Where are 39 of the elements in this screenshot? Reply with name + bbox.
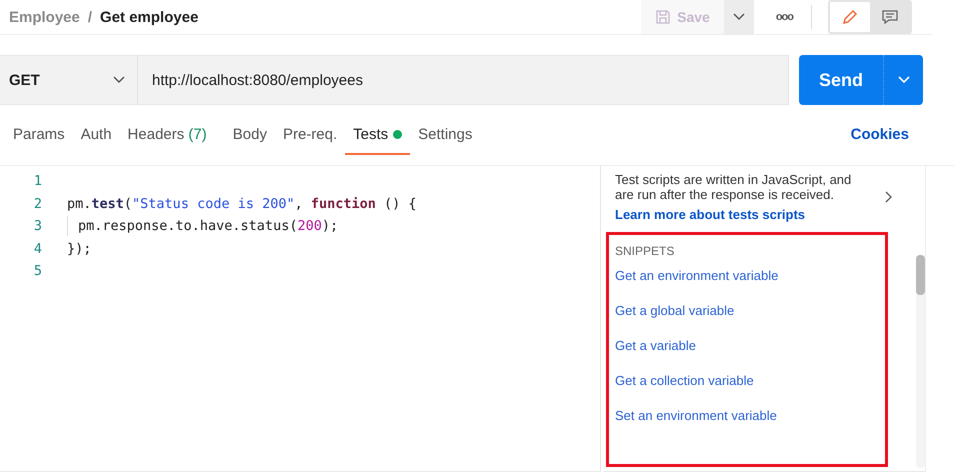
save-dropdown-button[interactable]	[724, 0, 754, 34]
request-tab[interactable]: Settings	[410, 126, 480, 155]
request-tab[interactable]: Params	[5, 126, 73, 155]
snippet-link[interactable]: Set an environment variable	[615, 408, 906, 443]
request-tab[interactable]: Headers (7)	[120, 126, 215, 155]
code-line: pm.response.to.have.status(200);	[67, 216, 338, 236]
snippet-link[interactable]: Get a variable	[615, 338, 906, 373]
cookies-link[interactable]: Cookies	[850, 126, 909, 155]
code-line: pm.test("Status code is 200", function () {	[67, 196, 417, 212]
url-field[interactable]: http://localhost:8080/employees	[138, 55, 789, 105]
request-title: Get employee	[100, 8, 198, 26]
request-tab[interactable]: Pre-req.	[274, 126, 346, 155]
snippet-link[interactable]: Get a collection variable	[615, 373, 906, 408]
line-number: 4	[32, 240, 43, 257]
request-tab[interactable]: Body	[224, 126, 275, 155]
chevron-down-icon	[732, 13, 745, 21]
speech-bubble-icon	[881, 8, 899, 26]
description-text: Test scripts are written in JavaScript, and are run after the response is received.	[615, 172, 852, 202]
line-number: 1	[32, 173, 43, 190]
line-number: 5	[32, 263, 43, 280]
snippets-heading: SNIPPETS	[615, 244, 676, 258]
code-editor[interactable]: 1 2 pm.test("Status code is 200", function () { 3 pm.response.to.have.status(200); 4 }); 5	[0, 166, 601, 472]
edit-mode-button[interactable]	[830, 2, 870, 32]
method-dropdown[interactable]: GET	[0, 55, 138, 105]
chevron-down-icon	[113, 76, 125, 84]
more-button[interactable]: ooo	[776, 11, 793, 23]
request-tab[interactable]: Tests	[345, 126, 410, 155]
chevron-down-icon	[898, 76, 910, 84]
line-number: 3	[32, 218, 43, 234]
chevron-right-icon	[885, 191, 893, 203]
breadcrumb-separator: /	[88, 8, 92, 26]
snippet-link[interactable]: Get a global variable	[615, 303, 906, 338]
line-number: 2	[32, 196, 43, 212]
code-line: });	[67, 240, 92, 257]
request-tab[interactable]: Auth	[72, 126, 120, 155]
snippet-link[interactable]: Get an environment variable	[615, 268, 906, 303]
pencil-icon	[841, 8, 859, 26]
learn-more-link[interactable]: Learn more about tests scripts	[615, 207, 865, 222]
scrollbar[interactable]	[916, 255, 925, 468]
